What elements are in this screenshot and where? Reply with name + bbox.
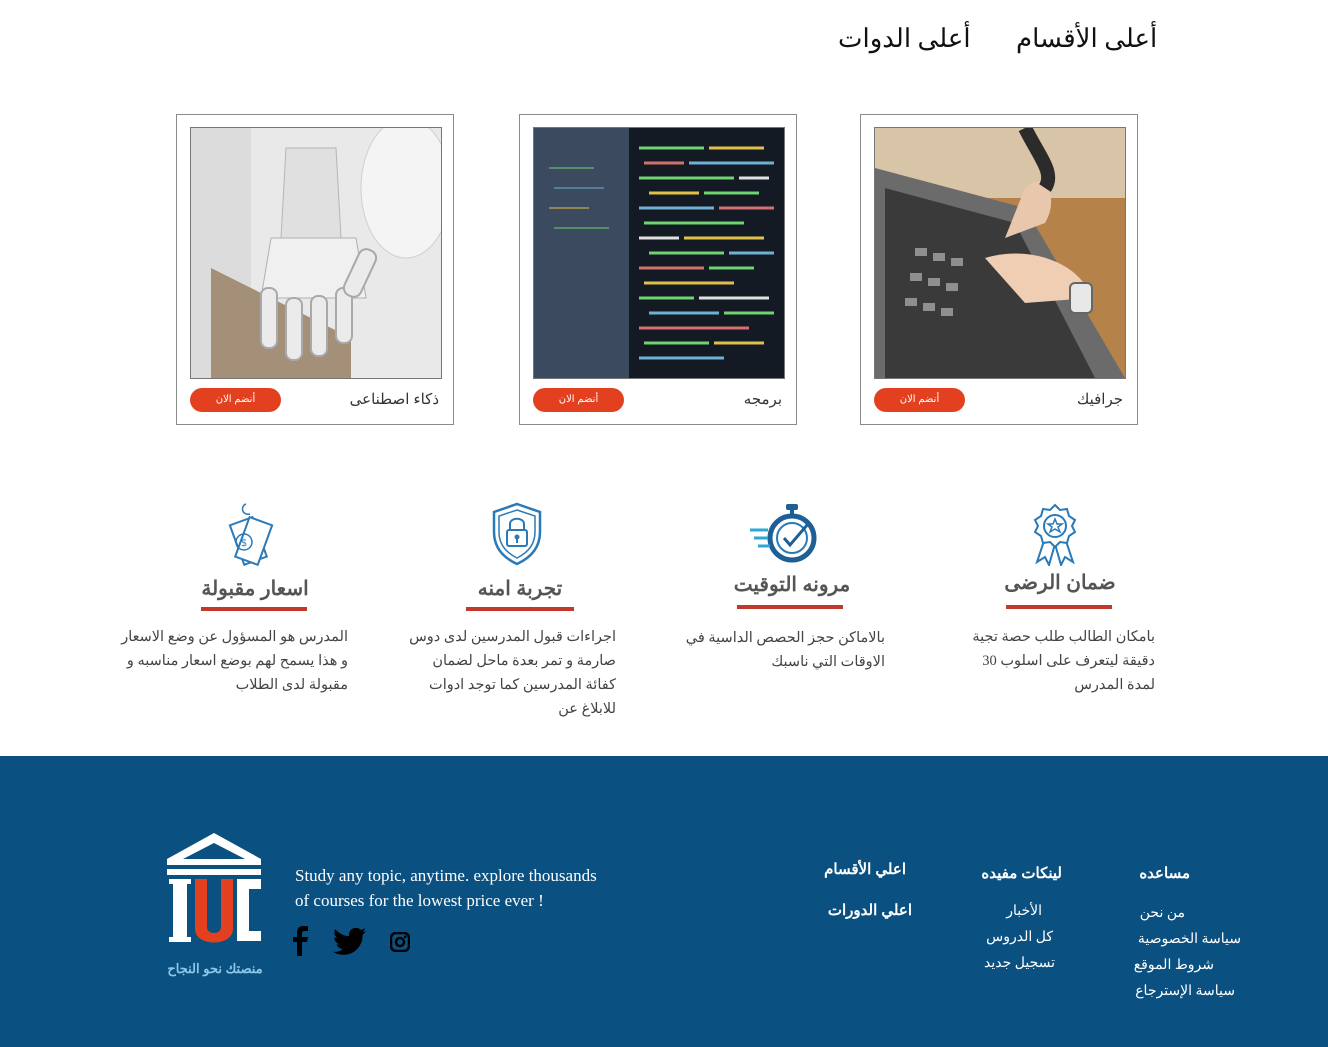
feature-timing: مرونه التوقيت بالاماكن حجز الحصص الداسية…: [682, 500, 887, 700]
feature-underline: [466, 607, 574, 611]
footer-link-about[interactable]: من نحن: [1140, 905, 1185, 922]
footer-link-register[interactable]: تسجيل جديد: [984, 955, 1055, 972]
card-title: برمجه: [743, 391, 782, 408]
feature-description: المدرس هو المسؤول عن وضع الاسعار و هذا ي…: [121, 629, 348, 693]
twitter-icon[interactable]: [333, 927, 366, 959]
card-title: ذكاء اصطناعى: [349, 391, 439, 408]
feature-title: تجربة امنه: [477, 578, 563, 600]
footer-link-news[interactable]: الأخبار: [1006, 903, 1042, 920]
feature-underline: [1006, 605, 1112, 609]
footer-link-refund[interactable]: سياسة الإسترجاع: [1135, 983, 1235, 1000]
tab-top-sections[interactable]: أعلى الأقسام: [1016, 24, 1157, 54]
join-now-button[interactable]: أنضم الان: [874, 388, 965, 412]
feature-prices: $ اسعار مقبولة المدرس هو المسؤول عن وضع …: [120, 500, 350, 700]
feature-satisfaction: ضمان الرضى بامكان الطالب طلب حصة تجية دق…: [955, 500, 1160, 700]
price-tag-icon: $: [220, 502, 278, 570]
tab-top-courses[interactable]: أعلى الدوات: [838, 24, 971, 54]
feature-description: اجراءات قبول المدرسين لدى دوس صارمة و تم…: [409, 629, 616, 717]
laptop-typing-image: [874, 127, 1126, 379]
facebook-icon[interactable]: [292, 926, 310, 960]
feature-title: اسعار مقبولة: [201, 578, 309, 600]
footer-link-terms[interactable]: شروط الموقع: [1134, 957, 1214, 974]
logo[interactable]: [165, 831, 263, 959]
feature-safe: تجربة امنه اجراءات قبول المدرسين لدى دوس…: [400, 500, 620, 717]
category-card-ai: ذكاء اصطناعى أنضم الان: [176, 114, 454, 425]
shield-lock-icon: [490, 502, 544, 570]
footer-help-heading: مساعده: [1139, 865, 1190, 882]
code-screen-image: [533, 127, 785, 379]
footer-top-courses-link[interactable]: اعلي الدورات: [828, 901, 912, 919]
footer-link-all-lessons[interactable]: كل الدروس: [986, 929, 1053, 946]
category-card-graphics: جرافيك أنضم الان: [860, 114, 1138, 425]
robot-hand-image: [190, 127, 442, 379]
feature-title: ضمان الرضى: [1004, 572, 1116, 594]
footer: مساعده من نحن سياسة الخصوصية شروط الموقع…: [0, 756, 1328, 1047]
tagline-line: of courses for the lowest price ever !: [295, 891, 544, 910]
stopwatch-icon: [748, 502, 820, 570]
footer-top-sections-link[interactable]: اعلي الأقسام: [824, 860, 906, 878]
card-title: جرافيك: [1076, 391, 1123, 408]
feature-underline: [737, 605, 843, 609]
join-now-button[interactable]: أنضم الان: [190, 388, 281, 412]
footer-tagline: Study any topic, anytime. explore thousa…: [295, 863, 635, 913]
tagline-line: Study any topic, anytime. explore thousa…: [295, 866, 597, 885]
category-card-programming: برمجه أنضم الان: [519, 114, 797, 425]
svg-text:$: $: [241, 538, 247, 549]
feature-description: بامكان الطالب طلب حصة تجية دقيقة ليتعرف …: [972, 629, 1155, 693]
instagram-icon[interactable]: [389, 931, 411, 956]
footer-useful-heading: لينكات مفيده: [981, 865, 1062, 882]
join-now-button[interactable]: أنضم الان: [533, 388, 624, 412]
award-badge-icon: [1027, 502, 1083, 570]
logo-caption: منصتك نحو النجاح: [167, 961, 263, 976]
feature-title: مرونه التوقيت: [733, 574, 851, 596]
feature-description: بالاماكن حجز الحصص الداسية في الاوقات ال…: [685, 630, 885, 670]
feature-underline: [201, 607, 307, 611]
footer-link-privacy[interactable]: سياسة الخصوصية: [1138, 931, 1241, 948]
